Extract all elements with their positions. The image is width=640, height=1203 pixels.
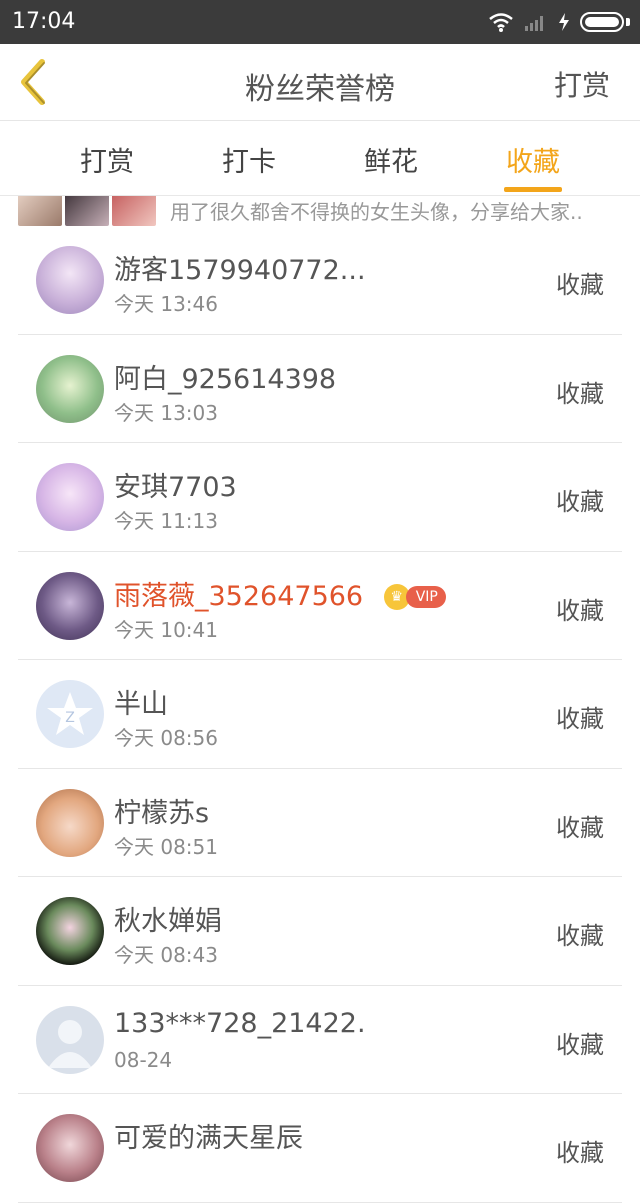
- star-avatar-icon: Z: [47, 692, 93, 735]
- timestamp: 今天 08:56: [114, 726, 218, 750]
- user-name-text: 雨落薇_352647566: [114, 580, 364, 612]
- avatar[interactable]: [36, 788, 104, 857]
- tab-bar: 打赏 打卡 鲜花 收藏: [0, 122, 640, 196]
- svg-text:Z: Z: [65, 710, 75, 726]
- status-bar: 17:04: [0, 0, 640, 44]
- timestamp: 08-24: [114, 1047, 173, 1072]
- avatar[interactable]: [36, 897, 104, 965]
- thumbnail-image: [65, 196, 109, 226]
- avatar[interactable]: [36, 1114, 104, 1182]
- avatar[interactable]: [36, 571, 104, 640]
- list-item[interactable]: 柠檬苏s 今天 08:51 收藏: [18, 769, 622, 877]
- avatar[interactable]: [36, 354, 104, 423]
- status-time: 17:04: [12, 9, 76, 34]
- wifi-icon: [489, 13, 513, 32]
- reward-button[interactable]: 打赏: [554, 64, 610, 104]
- action-label: 收藏: [556, 488, 604, 516]
- nav-bar: 粉丝荣誉榜 打赏: [0, 44, 640, 121]
- tab-label: 打卡: [222, 147, 276, 178]
- thumbnail-image: [112, 196, 156, 226]
- vip-tag: VIP: [405, 586, 446, 608]
- user-name: 雨落薇_352647566 ♛ VIP: [114, 574, 446, 613]
- avatar[interactable]: [36, 246, 104, 314]
- action-label: 收藏: [556, 922, 604, 950]
- user-name: 安琪7703: [114, 472, 237, 503]
- timestamp: 今天 10:41: [114, 617, 218, 642]
- avatar[interactable]: [36, 1005, 104, 1074]
- action-label: 收藏: [556, 705, 604, 733]
- tab-reward[interactable]: 打赏: [57, 140, 157, 179]
- fan-list: 游客1579940772... 今天 13:46 收藏 阿白_925614398…: [0, 226, 640, 1203]
- list-item[interactable]: 秋水婵娟 今天 08:43 收藏: [18, 877, 622, 986]
- timestamp: 今天 11:13: [114, 509, 218, 533]
- action-label: 收藏: [556, 271, 604, 299]
- charging-icon: [559, 13, 569, 31]
- timestamp: 今天 08:51: [114, 834, 218, 859]
- action-label: 收藏: [556, 596, 604, 625]
- action-label: 收藏: [556, 379, 604, 408]
- action-label: 收藏: [556, 813, 604, 842]
- timestamp: 今天 13:46: [114, 292, 218, 316]
- thumbnail-image: [18, 196, 62, 226]
- user-name: 133***728_21422.: [114, 1007, 366, 1039]
- user-name: 游客1579940772...: [114, 255, 366, 286]
- tab-label: 收藏: [506, 147, 560, 178]
- list-item[interactable]: 游客1579940772... 今天 13:46 收藏: [18, 226, 622, 335]
- vip-badge: ♛ VIP: [383, 584, 446, 610]
- tab-underline: [504, 187, 562, 192]
- list-item[interactable]: 雨落薇_352647566 ♛ VIP 今天 10:41 收藏: [18, 552, 622, 660]
- list-item[interactable]: Z 半山 今天 08:56 收藏: [18, 660, 622, 769]
- page-title: 粉丝荣誉榜: [245, 72, 395, 107]
- avatar[interactable]: Z: [36, 680, 104, 748]
- tab-label: 打赏: [80, 147, 134, 178]
- tab-favorites[interactable]: 收藏: [483, 140, 583, 192]
- default-avatar-icon: [48, 1019, 92, 1068]
- battery-icon: [580, 12, 624, 32]
- list-item[interactable]: 阿白_925614398 今天 13:03 收藏: [18, 335, 622, 443]
- timestamp: 今天 08:43: [114, 943, 218, 967]
- list-item[interactable]: 可爱的满天星辰 收藏: [18, 1094, 622, 1203]
- signal-icon: [525, 16, 543, 31]
- action-label: 收藏: [556, 1030, 604, 1059]
- tab-checkin[interactable]: 打卡: [199, 140, 299, 179]
- tab-flowers[interactable]: 鲜花: [341, 140, 441, 179]
- battery-cap: [626, 18, 630, 26]
- action-label: 收藏: [556, 1139, 604, 1167]
- timestamp: 今天 13:03: [114, 400, 218, 425]
- list-item[interactable]: 安琪7703 今天 11:13 收藏: [18, 443, 622, 552]
- avatar[interactable]: [36, 463, 104, 531]
- user-name: 可爱的满天星辰: [114, 1123, 303, 1154]
- banner-text: 用了很久都舍不得换的女生头像，分享给大家..: [170, 200, 583, 224]
- list-item[interactable]: 133***728_21422. 08-24 收藏: [18, 986, 622, 1094]
- banner-thumbnails: [18, 196, 156, 226]
- user-name: 柠檬苏s: [114, 797, 210, 829]
- user-name: 半山: [114, 689, 168, 720]
- user-name: 秋水婵娟: [114, 906, 222, 937]
- shared-post-banner[interactable]: 用了很久都舍不得换的女生头像，分享给大家..: [0, 196, 640, 226]
- status-icons: [488, 10, 630, 34]
- user-name: 阿白_925614398: [114, 363, 337, 395]
- tab-label: 鲜花: [364, 147, 418, 178]
